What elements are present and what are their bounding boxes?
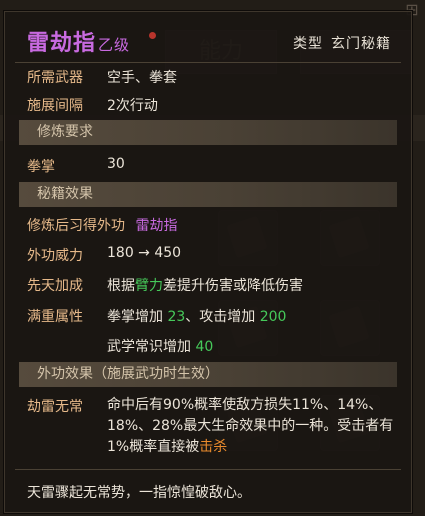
learned-skill-link[interactable]: 雷劫指 [135, 218, 177, 234]
full-weight-line1: 拳掌增加 23、攻击增加 200 [107, 306, 286, 326]
fw-martial-label: 武学常识增加 [107, 339, 196, 355]
footer-divider [15, 469, 401, 470]
type-label: 类型 [293, 36, 323, 52]
item-tooltip: 雷劫指 乙级 类型 玄门秘籍 所需武器 空手、拳套 施展间隔 2次行动 修炼要求 拳… [4, 11, 412, 513]
innate-row: 先天加成 根据臂力差提升伤害或降低伤害 [27, 275, 303, 295]
requirement-label: 拳掌 [27, 159, 55, 175]
innate-suffix: 差提升伤害或降低伤害 [163, 278, 303, 294]
item-title: 雷劫指 乙级 [27, 25, 130, 57]
skill-row: 劫雷无常 [27, 396, 83, 416]
effects-header: 秘籍效果 [19, 182, 397, 207]
innate-prefix: 根据 [107, 278, 135, 294]
innate-stat: 臂力 [135, 278, 163, 294]
skill-label: 劫雷无常 [27, 399, 83, 415]
title-divider [15, 62, 401, 63]
flavor-text: 天雷骤起无常势，一指惊惶破敌心。 [27, 485, 251, 501]
full-weight-row: 满重属性 拳掌增加 23、攻击增加 200 [27, 306, 286, 326]
item-name: 雷劫指 [27, 31, 97, 56]
cultivation-header: 修炼要求 [19, 120, 397, 145]
interval-value: 2次行动 [107, 98, 158, 114]
skill-desc-kill: 击杀 [199, 439, 228, 455]
innate-label: 先天加成 [27, 278, 83, 294]
weapon-value: 空手、拳套 [107, 70, 177, 86]
full-weight-line2: 武学常识增加 40 [107, 336, 213, 356]
weapon-label: 所需武器 [27, 70, 83, 86]
type-value: 玄门秘籍 [331, 36, 391, 52]
fw-attack-label: 、攻击增加 [185, 309, 260, 325]
interval-label: 施展间隔 [27, 98, 83, 114]
requirement-value: 30 [107, 156, 125, 172]
fw-fist-label: 拳掌增加 [107, 309, 168, 325]
skill-desc-main: 命中后有90%概率使敌方损失11%、14%、18%、28%最大生命效果中的一种。… [107, 397, 394, 455]
power-value: 180 → 450 [107, 245, 182, 261]
learn-label: 修炼后习得外功 [27, 218, 125, 234]
item-grade: 乙级 [98, 36, 131, 54]
item-type: 类型 玄门秘籍 [293, 33, 391, 53]
innate-value: 根据臂力差提升伤害或降低伤害 [107, 275, 303, 295]
power-label: 外功威力 [27, 248, 83, 264]
weapon-row: 所需武器 空手、拳套 [27, 67, 177, 87]
fw-martial-value: 40 [195, 339, 214, 355]
fw-attack-value: 200 [259, 309, 287, 325]
notification-dot [149, 32, 156, 39]
requirement-row: 拳掌 30 [27, 156, 125, 176]
fw-fist-value: 23 [167, 309, 186, 325]
full-weight-label: 满重属性 [27, 309, 83, 325]
game-screen: 能力 材料 地图 ⊞ 雷劫指乙级 类型玄门秘籍 所需武器 空手、拳套 施展间隔 … [0, 0, 425, 516]
skill-effect-header: 外功效果（施展武功时生效） [19, 362, 397, 387]
skill-description: 命中后有90%概率使敌方损失11%、14%、18%、28%最大生命效果中的一种。… [107, 395, 407, 458]
power-row: 外功威力 180 → 450 [27, 245, 181, 265]
interval-row: 施展间隔 2次行动 [27, 95, 158, 115]
learn-row: 修炼后习得外功 雷劫指 [27, 215, 177, 235]
